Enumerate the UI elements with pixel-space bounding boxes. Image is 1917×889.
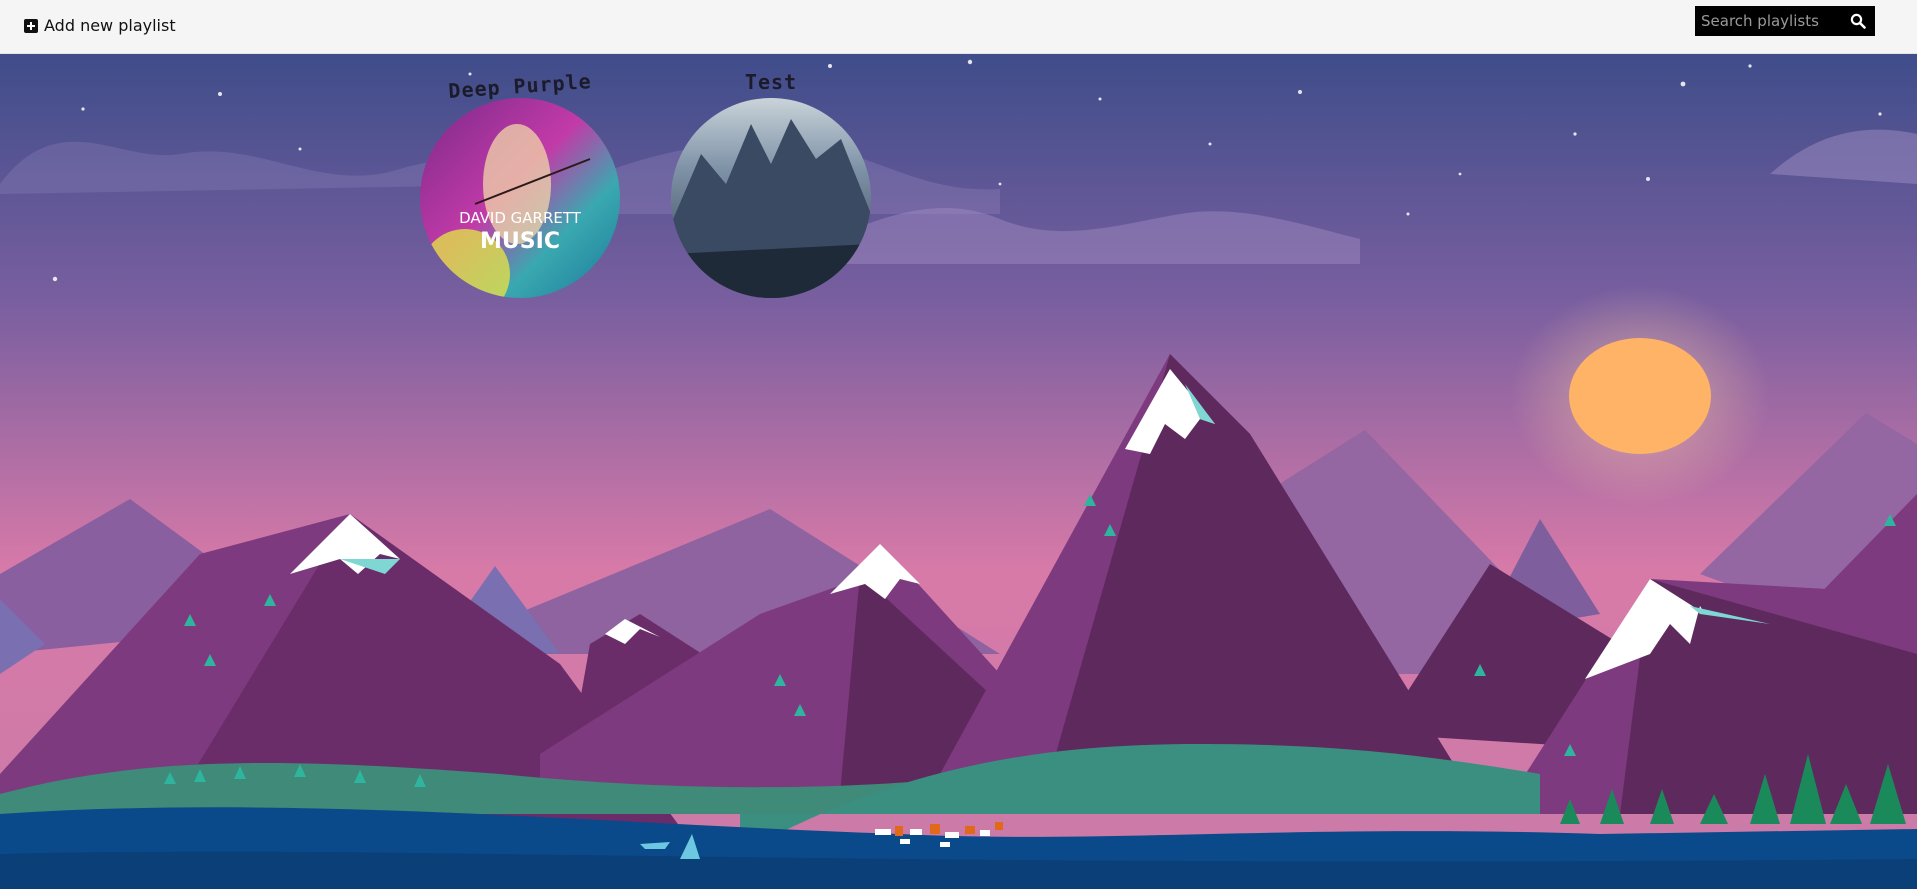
search-bar (1695, 6, 1875, 36)
playlist-test[interactable]: Test (656, 64, 886, 304)
search-button[interactable] (1843, 6, 1873, 36)
add-playlist-button[interactable]: Add new playlist (24, 15, 176, 37)
cover-artist-text: DAVID GARRETT (459, 209, 582, 227)
add-playlist-label: Add new playlist (44, 16, 176, 35)
search-icon (1850, 13, 1866, 29)
playlist-deep-purple[interactable]: DAVID GARRETT MUSIC Deep Purple (405, 64, 635, 304)
top-bar: Add new playlist (0, 0, 1917, 54)
mountain-background (0, 54, 1917, 889)
plus-square-icon (24, 19, 38, 33)
search-input[interactable] (1695, 6, 1843, 36)
playlist-title: Test (744, 70, 798, 94)
playlist-cover-image: DAVID GARRETT MUSIC (420, 98, 620, 298)
playlist-cover-image (671, 98, 871, 298)
cover-music-text: MUSIC (480, 229, 560, 254)
